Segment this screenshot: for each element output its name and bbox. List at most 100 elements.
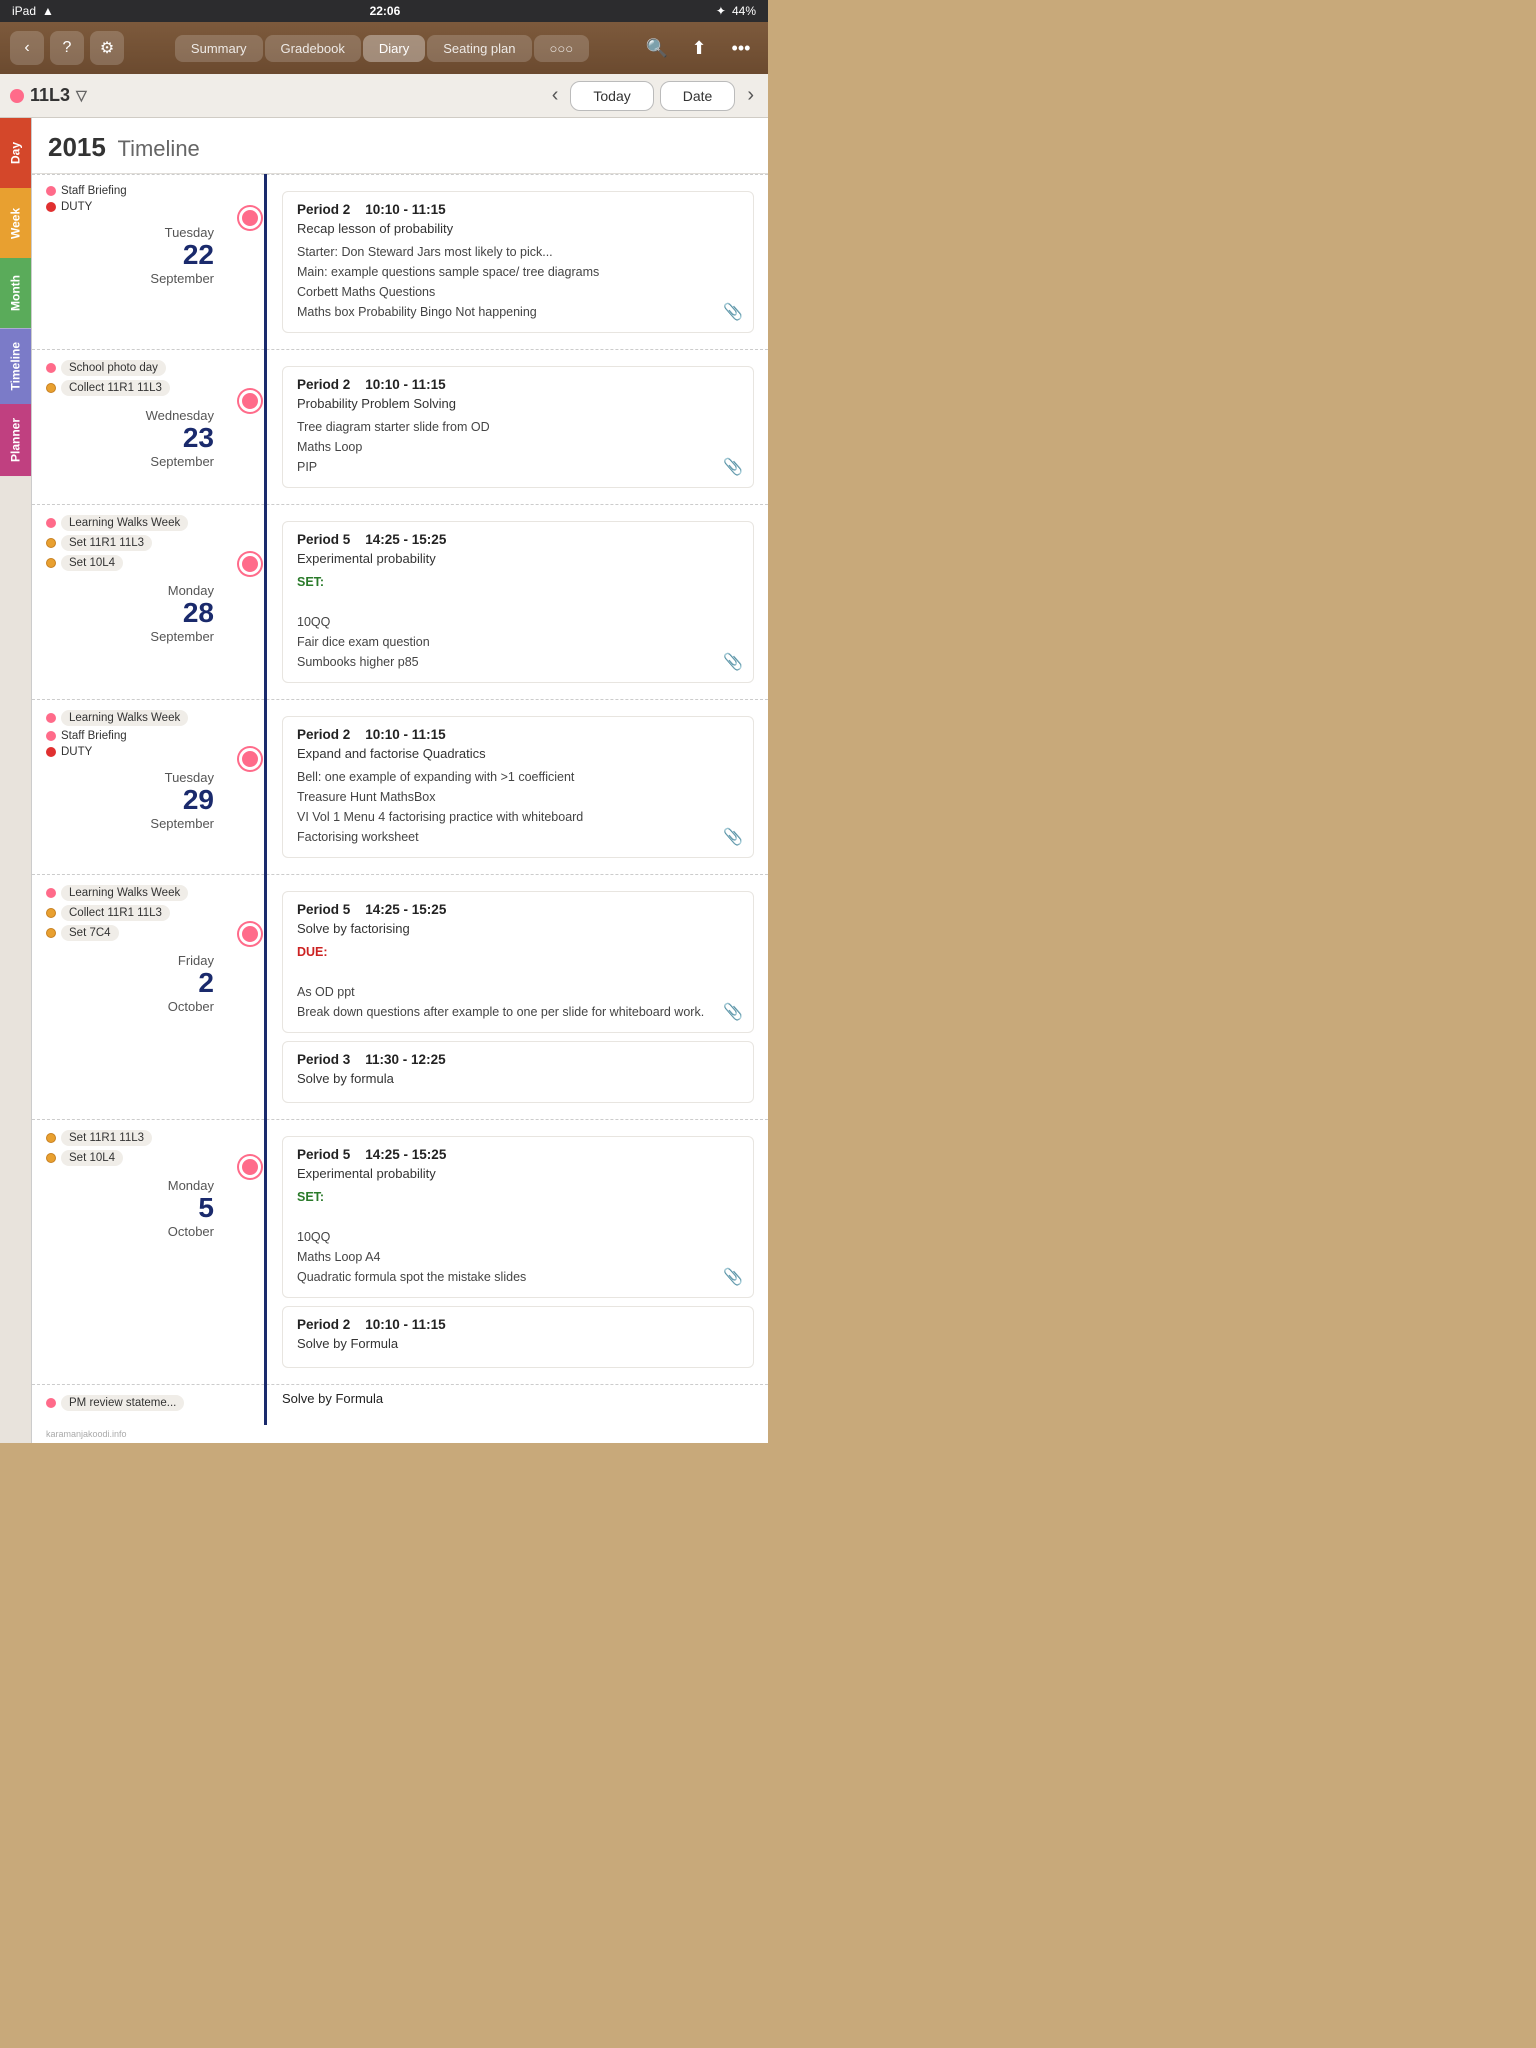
back-button[interactable]: ‹ — [10, 31, 44, 65]
events-right-sep29: Period 2 10:10 - 11:15 Expand and factor… — [268, 700, 768, 874]
event-dot — [46, 747, 56, 757]
sidebar-item-planner[interactable]: Planner — [0, 404, 31, 476]
date-left-oct5: Set 11R1 11L3 Set 10L4 Monday 5 October — [32, 1120, 232, 1384]
date-button[interactable]: Date — [660, 81, 736, 111]
event-tag: Learning Walks Week — [46, 710, 222, 726]
events-right-sep28: Period 5 14:25 - 15:25 Experimental prob… — [268, 505, 768, 699]
day-number: 22 — [46, 240, 214, 271]
timeline-circle — [239, 748, 261, 770]
year-label: 2015 — [48, 132, 106, 162]
period-details: SET: 10QQ Fair dice exam question Sumboo… — [297, 572, 739, 672]
day-name: Wednesday — [46, 408, 214, 423]
event-dot — [46, 538, 56, 548]
tab-gradebook[interactable]: Gradebook — [265, 35, 361, 62]
event-tag: Set 10L4 — [46, 555, 222, 571]
period-details: Tree diagram starter slide from OD Maths… — [297, 417, 739, 477]
day-number: 5 — [46, 1193, 214, 1224]
day-month: September — [46, 454, 214, 469]
period-details: Starter: Don Steward Jars most likely to… — [297, 242, 739, 322]
date-left-sep28: Learning Walks Week Set 11R1 11L3 Set 10… — [32, 505, 232, 699]
date-section-sep22: Staff Briefing DUTY Tuesday 22 September — [32, 174, 768, 349]
attachment-icon: 📎 — [723, 1002, 743, 1022]
day-number: 23 — [46, 423, 214, 454]
tab-summary[interactable]: Summary — [175, 35, 263, 62]
event-card: Period 2 10:10 - 11:15 Probability Probl… — [282, 366, 754, 488]
more-button[interactable]: ••• — [724, 31, 758, 65]
day-name: Monday — [46, 583, 214, 598]
events-right-sep23: Period 2 10:10 - 11:15 Probability Probl… — [268, 350, 768, 504]
toolbar: ‹ ? ⚙ Summary Gradebook Diary Seating pl… — [0, 22, 768, 74]
search-button[interactable]: 🔍 — [640, 31, 674, 65]
event-dot — [46, 928, 56, 938]
date-left-partial: PM review stateme... — [32, 1385, 232, 1425]
timeline-node — [232, 875, 268, 1119]
event-dot — [46, 518, 56, 528]
event-dot — [46, 731, 56, 741]
event-label: Collect 11R1 11L3 — [61, 905, 170, 921]
today-button[interactable]: Today — [570, 81, 653, 111]
year-header: 2015 Timeline — [32, 118, 768, 174]
period-details: DUE: As OD ppt Break down questions afte… — [297, 942, 739, 1022]
period-desc: Expand and factorise Quadratics — [297, 746, 739, 761]
attachment-icon: 📎 — [723, 302, 743, 322]
period-desc: Solve by formula — [297, 1071, 739, 1086]
period-header: Period 3 11:30 - 12:25 — [297, 1052, 739, 1067]
event-dot — [46, 558, 56, 568]
watermark: karamanjakoodi.info — [32, 1425, 768, 1443]
settings-button[interactable]: ⚙ — [90, 31, 124, 65]
event-card: Period 5 14:25 - 15:25 Solve by factoris… — [282, 891, 754, 1033]
day-name: Tuesday — [46, 225, 214, 240]
share-button[interactable]: ⬆ — [682, 31, 716, 65]
tab-seating-plan[interactable]: Seating plan — [427, 35, 531, 62]
time-display: 22:06 — [370, 4, 401, 18]
timeline-circle — [239, 923, 261, 945]
class-name: 11L3 — [30, 85, 70, 106]
period-desc: Solve by factorising — [297, 921, 739, 936]
sidebar-item-day[interactable]: Day — [0, 118, 31, 188]
event-dot — [46, 888, 56, 898]
prev-button[interactable]: ‹ — [548, 84, 563, 107]
date-section-oct5: Set 11R1 11L3 Set 10L4 Monday 5 October — [32, 1119, 768, 1384]
event-dot — [46, 1398, 56, 1408]
date-section-partial: PM review stateme... Solve by Formula — [32, 1384, 768, 1425]
attachment-icon: 📎 — [723, 1267, 743, 1287]
day-name: Tuesday — [46, 770, 214, 785]
help-button[interactable]: ? — [50, 31, 84, 65]
day-month: September — [46, 629, 214, 644]
event-label: School photo day — [61, 360, 166, 376]
sidebar-item-month[interactable]: Month — [0, 258, 31, 328]
period-header: Period 2 10:10 - 11:15 — [297, 727, 739, 742]
timeline-node — [232, 700, 268, 874]
period-header: Period 5 14:25 - 15:25 — [297, 902, 739, 917]
event-dot — [46, 908, 56, 918]
filter-icon[interactable]: ▽ — [76, 87, 87, 104]
event-card: Period 5 14:25 - 15:25 Experimental prob… — [282, 521, 754, 683]
event-tag: Learning Walks Week — [46, 885, 222, 901]
bluetooth-icon: ✦ — [716, 4, 726, 18]
event-label: Set 11R1 11L3 — [61, 1130, 152, 1146]
tab-diary[interactable]: Diary — [363, 35, 425, 62]
period-desc: Solve by Formula — [297, 1336, 739, 1351]
nav-bar: 11L3 ▽ ‹ Today Date › — [0, 74, 768, 118]
sidebar-item-timeline[interactable]: Timeline — [0, 328, 31, 404]
date-left-oct2: Learning Walks Week Collect 11R1 11L3 Se… — [32, 875, 232, 1119]
main-content: Day Week Month Timeline Planner 2015 Tim… — [0, 118, 768, 1443]
events-right-oct2: Period 5 14:25 - 15:25 Solve by factoris… — [268, 875, 768, 1119]
date-left-sep29: Learning Walks Week Staff Briefing DUTY … — [32, 700, 232, 874]
date-left-sep23: School photo day Collect 11R1 11L3 Wedne… — [32, 350, 232, 504]
timeline-label: Timeline — [117, 136, 199, 161]
day-month: September — [46, 271, 214, 286]
event-tag: Collect 11R1 11L3 — [46, 905, 222, 921]
event-tag: PM review stateme... — [46, 1395, 222, 1411]
next-button[interactable]: › — [743, 84, 758, 107]
event-label: Learning Walks Week — [61, 710, 188, 726]
timeline-node — [232, 505, 268, 699]
tab-more[interactable]: ○○○ — [534, 35, 590, 62]
event-dot — [46, 383, 56, 393]
period-header: Period 5 14:25 - 15:25 — [297, 1147, 739, 1162]
period-details: SET: 10QQ Maths Loop A4 Quadratic formul… — [297, 1187, 739, 1287]
sidebar-item-week[interactable]: Week — [0, 188, 31, 258]
events-right-oct5: Period 5 14:25 - 15:25 Experimental prob… — [268, 1120, 768, 1384]
event-card: Period 3 11:30 - 12:25 Solve by formula — [282, 1041, 754, 1103]
period-desc: Experimental probability — [297, 1166, 739, 1181]
